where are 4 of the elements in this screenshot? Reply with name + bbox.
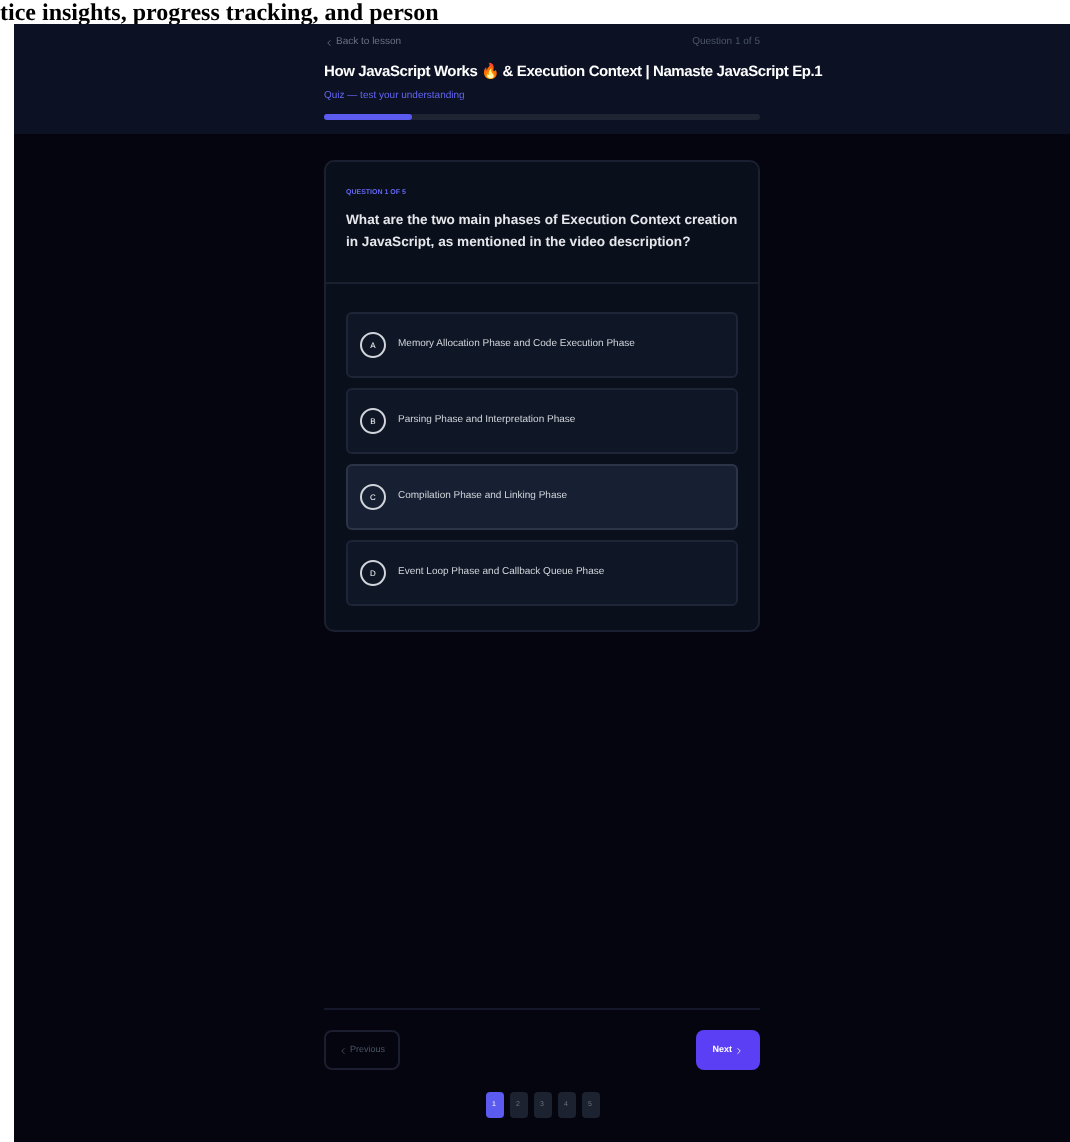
- banner-text: tice insights, progress tracking, and person: [0, 0, 439, 24]
- chevron-left-icon: [324, 38, 334, 49]
- chevron-left-icon: [338, 1045, 348, 1055]
- chevron-right-icon: [734, 1045, 744, 1055]
